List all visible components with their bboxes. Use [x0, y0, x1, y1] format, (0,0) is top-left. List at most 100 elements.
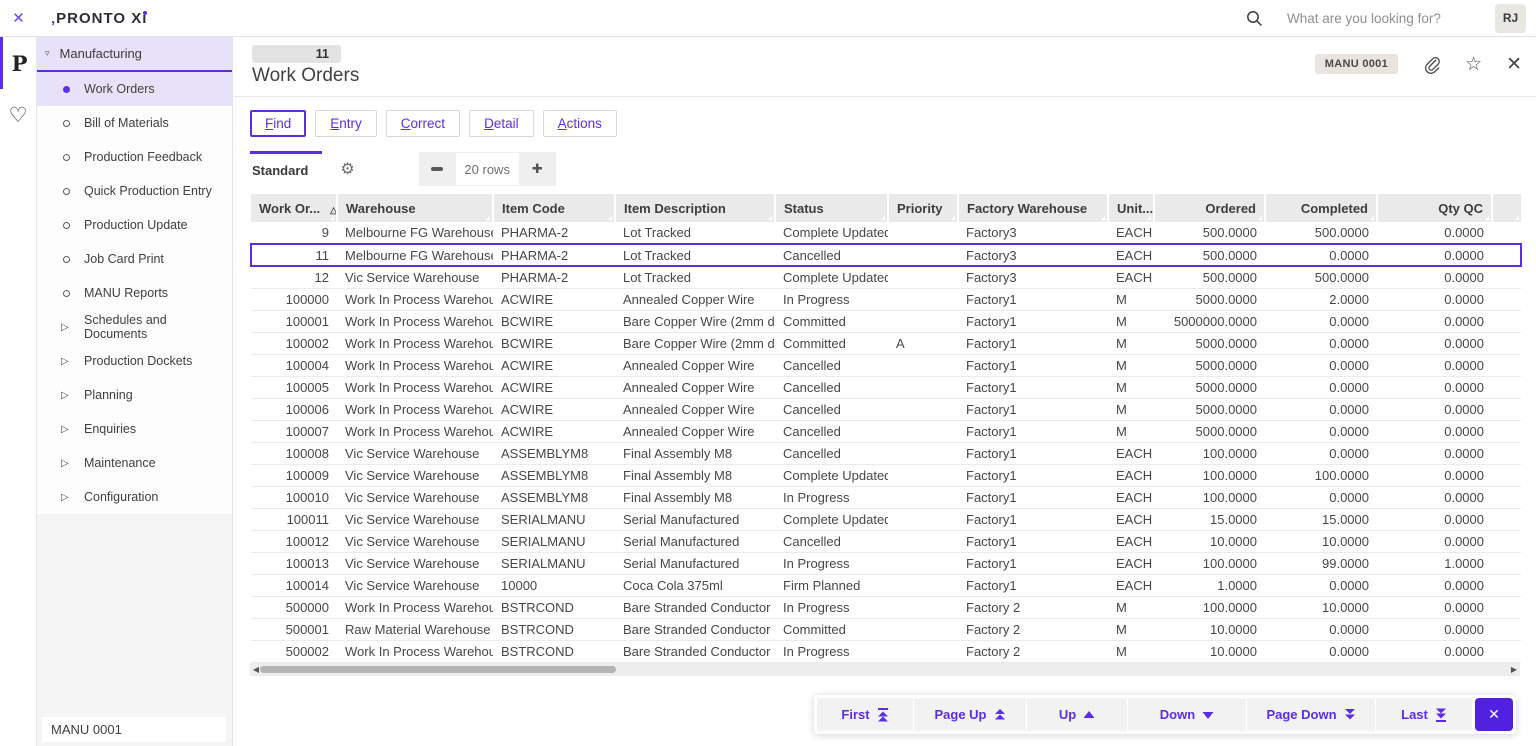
table-row[interactable]: 500001Raw Material Warehouse 2BSTRCONDBa…	[251, 618, 1521, 640]
pager-first-button[interactable]: First	[817, 698, 913, 731]
sidebar-item-planning[interactable]: ▷Planning	[37, 378, 232, 412]
cell: Work In Process Warehouse 1	[337, 398, 493, 420]
table-row[interactable]: 100013Vic Service WarehouseSERIALMANUSer…	[251, 552, 1521, 574]
table-row[interactable]: 100014Vic Service Warehouse10000Coca Col…	[251, 574, 1521, 596]
cell: Work In Process Warehouse 1	[337, 288, 493, 310]
tab-detail[interactable]: Detail	[469, 110, 534, 137]
column-header-factory-warehouse[interactable]: Factory Warehouse	[958, 194, 1108, 222]
table-row-selected[interactable]: 11Melbourne FG WarehousePHARMA-2Lot Trac…	[251, 244, 1521, 266]
search-input[interactable]	[1287, 11, 1477, 26]
cell: 0.0000	[1377, 618, 1492, 640]
column-header-unit-[interactable]: Unit...	[1108, 194, 1154, 222]
pager-up-button[interactable]: Up	[1027, 698, 1127, 731]
column-header-status[interactable]: Status	[775, 194, 888, 222]
table-row[interactable]: 500000Work In Process Warehouse 2BSTRCON…	[251, 596, 1521, 618]
cell	[1492, 464, 1521, 486]
tab-entry[interactable]: Entry	[315, 110, 377, 137]
table-row[interactable]: 100002Work In Process Warehouse 1BCWIREB…	[251, 332, 1521, 354]
pager-pageup-button[interactable]: Page Up	[914, 698, 1026, 731]
sidebar-section-manufacturing[interactable]: ▿ Manufacturing	[37, 37, 232, 72]
column-header-item-code[interactable]: Item Code	[493, 194, 615, 222]
close-screen-icon[interactable]: ✕	[1506, 55, 1522, 74]
sidebar-item-bill-of-materials[interactable]: Bill of Materials	[37, 106, 232, 140]
cell: M	[1108, 354, 1154, 376]
column-header-warehouse[interactable]: Warehouse	[337, 194, 493, 222]
sidebar-item-label: Schedules and Documents	[84, 313, 232, 341]
column-header-qty-qc[interactable]: Qty QC	[1377, 194, 1492, 222]
pager-last-button[interactable]: Last	[1376, 698, 1472, 731]
page-header: 11 Work Orders MANU 0001 ☆ ✕	[234, 37, 1536, 97]
column-header-completed[interactable]: Completed	[1265, 194, 1377, 222]
horizontal-scrollbar[interactable]: ◀ ▶	[250, 663, 1520, 676]
global-search	[1246, 10, 1477, 27]
avatar[interactable]: RJ	[1495, 4, 1526, 33]
cell	[1492, 420, 1521, 442]
table-row[interactable]: 100000Work In Process Warehouse 1ACWIREA…	[251, 288, 1521, 310]
sidebar-item-production-update[interactable]: Production Update	[37, 208, 232, 242]
sidebar-item-quick-production-entry[interactable]: Quick Production Entry	[37, 174, 232, 208]
tab-actions[interactable]: Actions	[543, 110, 617, 137]
cell: Complete Updated	[775, 464, 888, 486]
sidebar-item-maintenance[interactable]: ▷Maintenance	[37, 446, 232, 480]
table-row[interactable]: 100010Vic Service WarehouseASSEMBLYM8Fin…	[251, 486, 1521, 508]
table-row[interactable]: 100007Work In Process Warehouse 1ACWIREA…	[251, 420, 1521, 442]
search-icon[interactable]	[1246, 10, 1263, 27]
pager-pagedown-button[interactable]: Page Down	[1247, 698, 1375, 731]
table-row[interactable]: 9Melbourne FG WarehousePHARMA-2Lot Track…	[251, 222, 1521, 244]
paperclip-icon[interactable]	[1422, 55, 1441, 74]
cell: 10.0000	[1265, 596, 1377, 618]
column-header-priority[interactable]: Priority	[888, 194, 958, 222]
logo-text: PRONTO X	[56, 10, 142, 27]
gear-icon[interactable]: ⚙	[340, 159, 354, 179]
view-tab-standard[interactable]: Standard	[250, 151, 322, 187]
table-row[interactable]: 12Vic Service WarehousePHARMA-2Lot Track…	[251, 266, 1521, 288]
table-row[interactable]: 100008Vic Service WarehouseASSEMBLYM8Fin…	[251, 442, 1521, 464]
pronto-home-icon[interactable]: P	[0, 37, 36, 89]
column-header-item-description[interactable]: Item Description	[615, 194, 775, 222]
cell: 15.0000	[1265, 508, 1377, 530]
column-header-work-or-[interactable]: Work Or...△	[251, 194, 337, 222]
sidebar-item-configuration[interactable]: ▷Configuration	[37, 480, 232, 514]
scroll-right-icon[interactable]: ▶	[1508, 663, 1520, 676]
table-row[interactable]: 500002Work In Process Warehouse 2BSTRCON…	[251, 640, 1521, 662]
cell	[1492, 332, 1521, 354]
table-row[interactable]: 100004Work In Process Warehouse 1ACWIREA…	[251, 354, 1521, 376]
cell: SERIALMANU	[493, 508, 615, 530]
rows-increase-button[interactable]: ✚	[519, 152, 556, 186]
cell: Factory1	[958, 332, 1108, 354]
sidebar-item-production-feedback[interactable]: Production Feedback	[37, 140, 232, 174]
table-row[interactable]: 100005Work In Process Warehouse 1ACWIREA…	[251, 376, 1521, 398]
table-row[interactable]: 100011Vic Service WarehouseSERIALMANUSer…	[251, 508, 1521, 530]
cell: 100.0000	[1265, 464, 1377, 486]
column-header-ordered[interactable]: Ordered	[1154, 194, 1265, 222]
favorites-heart-icon[interactable]: ♡	[0, 89, 36, 141]
cell: Factory1	[958, 376, 1108, 398]
pager-close-button[interactable]: ✕	[1475, 698, 1513, 731]
table-row[interactable]: 100006Work In Process Warehouse 1ACWIREA…	[251, 398, 1521, 420]
pager-down-button[interactable]: Down	[1128, 698, 1246, 731]
cell: 500002	[251, 640, 337, 662]
sidebar-item-label: Configuration	[84, 490, 158, 504]
cell: Annealed Copper Wire	[615, 288, 775, 310]
cell: Factory1	[958, 420, 1108, 442]
sidebar-item-production-dockets[interactable]: ▷Production Dockets	[37, 344, 232, 378]
sidebar-item-work-orders[interactable]: Work Orders	[37, 72, 232, 106]
tab-find[interactable]: Find	[250, 110, 306, 137]
table-row[interactable]: 100012Vic Service WarehouseSERIALMANUSer…	[251, 530, 1521, 552]
sidebar-item-manu-reports[interactable]: MANU Reports	[37, 276, 232, 310]
sidebar-item-job-card-print[interactable]: Job Card Print	[37, 242, 232, 276]
table-row[interactable]: 100009Vic Service WarehouseASSEMBLYM8Fin…	[251, 464, 1521, 486]
sidebar-item-enquiries[interactable]: ▷Enquiries	[37, 412, 232, 446]
cell: Final Assembly M8	[615, 464, 775, 486]
pager-button-label: Down	[1160, 707, 1195, 722]
cell: 0.0000	[1377, 640, 1492, 662]
cell	[888, 464, 958, 486]
table-row[interactable]: 100001Work In Process Warehouse 1BCWIREB…	[251, 310, 1521, 332]
favorite-star-icon[interactable]: ☆	[1465, 55, 1482, 74]
tab-correct[interactable]: Correct	[386, 110, 460, 137]
rows-decrease-button[interactable]	[419, 152, 456, 186]
sidebar-item-schedules-and-documents[interactable]: ▷Schedules and Documents	[37, 310, 232, 344]
scrollbar-thumb[interactable]	[260, 666, 616, 673]
close-menu-icon[interactable]: ✕	[0, 0, 37, 36]
tab-label: Correct	[401, 116, 445, 131]
